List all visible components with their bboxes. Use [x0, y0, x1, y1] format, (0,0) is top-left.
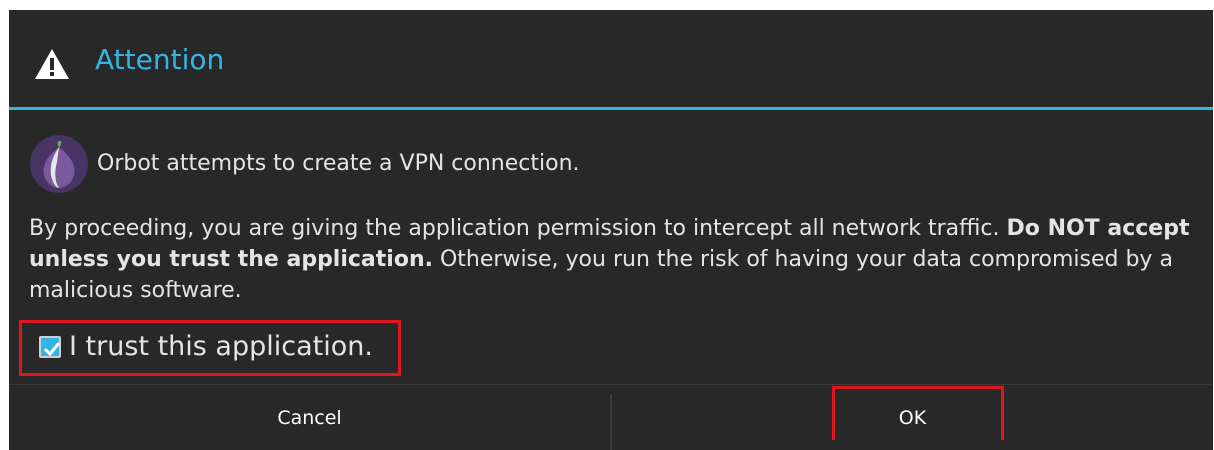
- vpn-permission-dialog: Attention Orbot attempts to create a VPN…: [9, 10, 1213, 450]
- app-message: Orbot attempts to create a VPN connectio…: [97, 151, 580, 176]
- orbot-onion-icon: [30, 135, 88, 193]
- trust-checkbox-label[interactable]: I trust this application.: [69, 329, 373, 365]
- trust-checkbox-row[interactable]: I trust this application.: [19, 320, 401, 376]
- warning-text-part-1: By proceeding, you are giving the applic…: [29, 216, 1000, 241]
- trust-checkbox[interactable]: [39, 336, 61, 358]
- ok-button-highlight: [832, 386, 1004, 440]
- permission-warning-text: By proceeding, you are giving the applic…: [29, 213, 1204, 306]
- dialog-title: Attention: [95, 43, 225, 76]
- warning-icon: [35, 49, 69, 79]
- title-divider: [9, 107, 1213, 110]
- dialog-titlebar: Attention: [9, 10, 1213, 107]
- cancel-button[interactable]: Cancel: [9, 385, 610, 450]
- check-mark-icon: [43, 342, 61, 357]
